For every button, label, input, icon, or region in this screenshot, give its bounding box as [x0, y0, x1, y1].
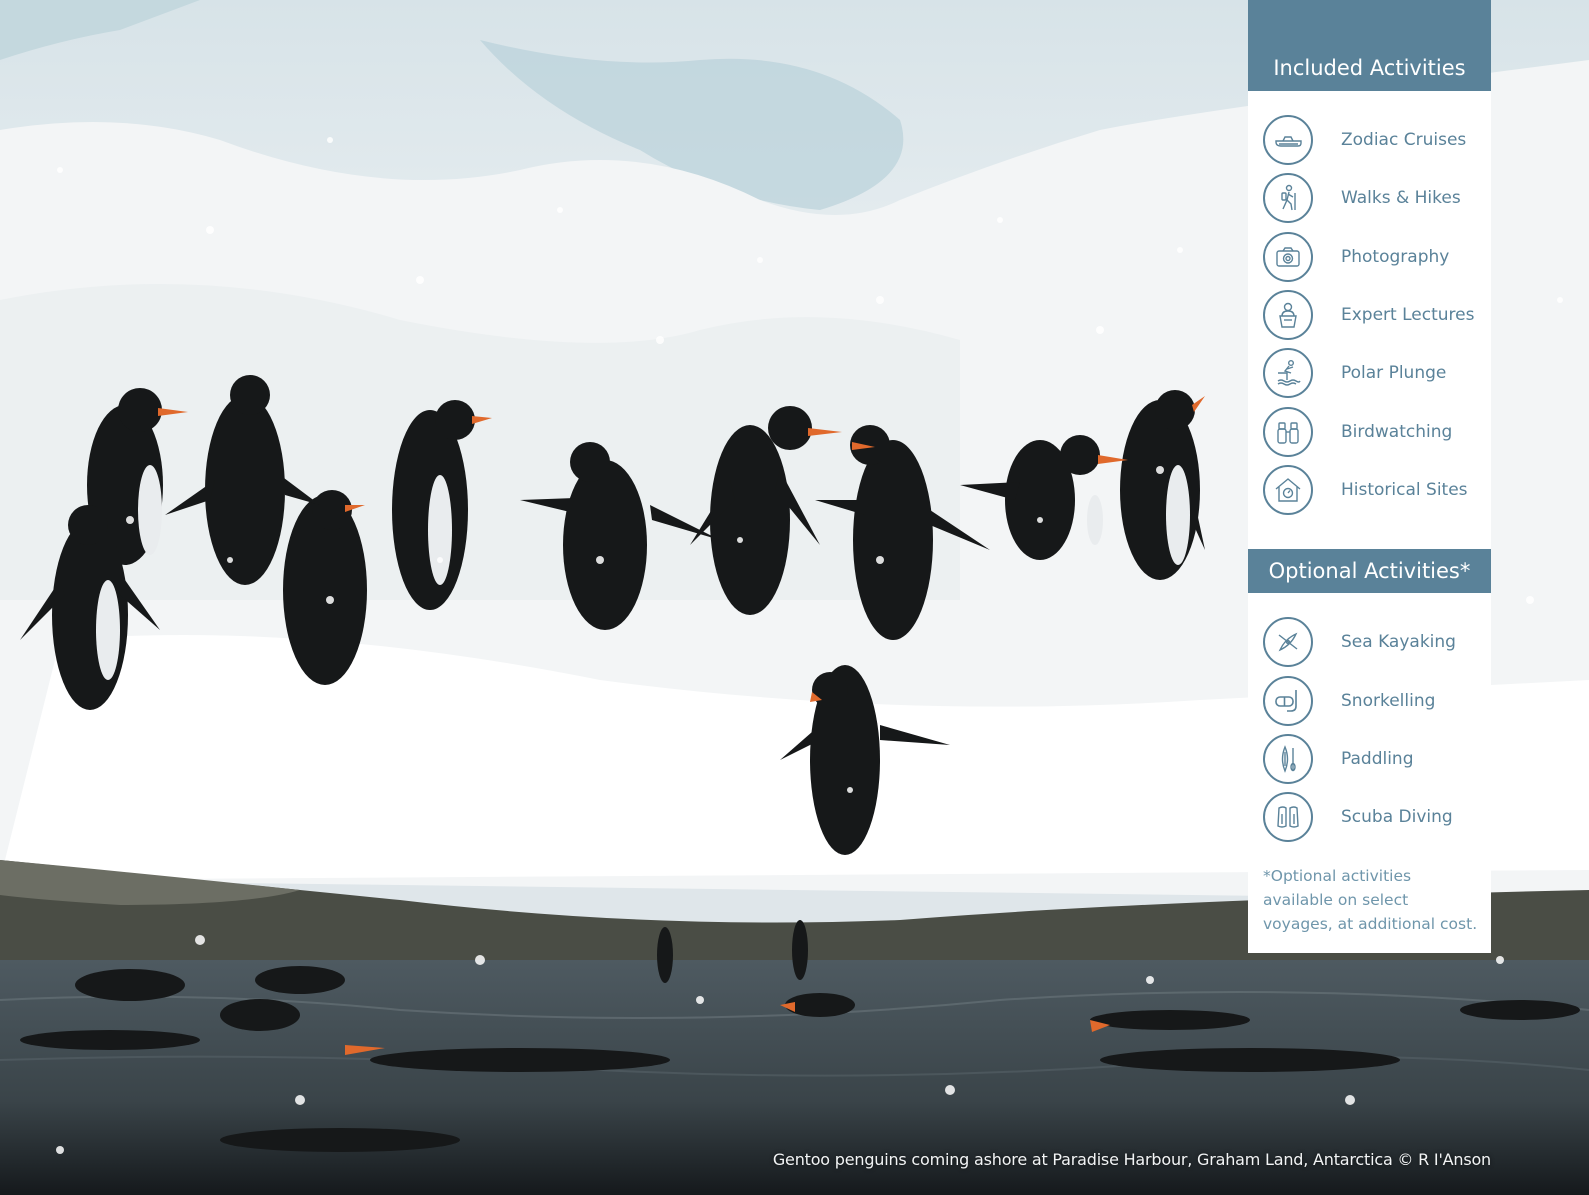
activity-scuba-diving: Scuba Diving — [1248, 788, 1491, 846]
activity-label: Polar Plunge — [1341, 363, 1447, 384]
activity-label: Historical Sites — [1341, 479, 1468, 500]
activity-label: Paddling — [1341, 748, 1414, 769]
historic-house-icon — [1263, 464, 1313, 515]
activity-label: Snorkelling — [1341, 690, 1436, 711]
zodiac-boat-icon — [1263, 115, 1313, 166]
snorkel-mask-icon — [1263, 675, 1313, 726]
activity-walks-hikes: Walks & Hikes — [1248, 169, 1491, 227]
lecturer-icon — [1263, 290, 1313, 341]
photo-caption: Gentoo penguins coming ashore at Paradis… — [772, 1150, 1491, 1169]
hiker-icon — [1263, 173, 1313, 224]
flippers-icon — [1263, 792, 1313, 843]
activity-label: Birdwatching — [1341, 421, 1453, 442]
optional-activities-list: Sea Kayaking Snorkelling Paddling Scuba … — [1248, 593, 1491, 846]
activity-photography: Photography — [1248, 228, 1491, 286]
activity-label: Expert Lectures — [1341, 305, 1475, 326]
activity-label: Zodiac Cruises — [1341, 130, 1467, 151]
activity-paddling: Paddling — [1248, 730, 1491, 788]
activity-zodiac-cruises: Zodiac Cruises — [1248, 111, 1491, 169]
activity-label: Scuba Diving — [1341, 807, 1453, 828]
activity-label: Sea Kayaking — [1341, 632, 1456, 653]
activity-polar-plunge: Polar Plunge — [1248, 344, 1491, 402]
paddleboard-icon — [1263, 733, 1313, 784]
activity-expert-lectures: Expert Lectures — [1248, 286, 1491, 344]
included-activities-heading: Included Activities — [1248, 0, 1491, 91]
activities-panel: Included Activities Zodiac Cruises Walks… — [1248, 0, 1491, 953]
optional-activities-heading: Optional Activities* — [1248, 549, 1491, 594]
included-activities-list: Zodiac Cruises Walks & Hikes Photography… — [1248, 91, 1491, 519]
optional-activities-footnote: *Optional activities available on select… — [1263, 867, 1478, 934]
activity-birdwatching: Birdwatching — [1248, 402, 1491, 460]
kayak-icon — [1263, 617, 1313, 668]
activity-snorkelling: Snorkelling — [1248, 671, 1491, 729]
binoculars-icon — [1263, 406, 1313, 457]
diver-plunge-icon — [1263, 348, 1313, 399]
activity-label: Walks & Hikes — [1341, 188, 1461, 209]
camera-icon — [1263, 231, 1313, 282]
activity-label: Photography — [1341, 246, 1450, 267]
activity-historical-sites: Historical Sites — [1248, 461, 1491, 519]
activity-sea-kayaking: Sea Kayaking — [1248, 613, 1491, 671]
